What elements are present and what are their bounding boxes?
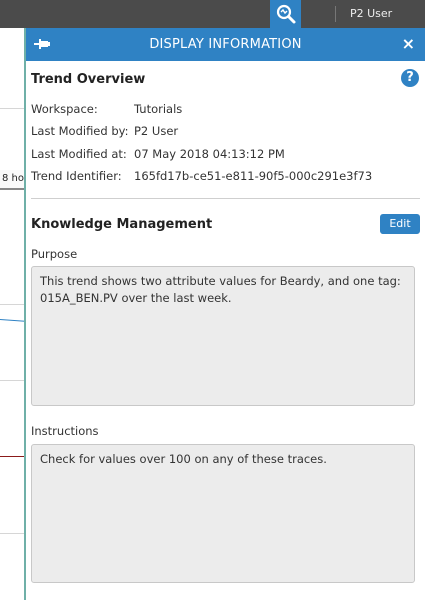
info-label: Workspace:: [31, 102, 98, 116]
info-value: Tutorials: [134, 102, 183, 116]
trend-chart-background: 8 hou: [0, 28, 25, 600]
top-bar: P2 User: [0, 0, 425, 28]
chart-gridline: [0, 533, 25, 534]
search-button[interactable]: [270, 0, 301, 28]
info-value: 165fd17b-ce51-e811-90f5-000c291e3f73: [134, 169, 373, 183]
instructions-label: Instructions: [31, 424, 99, 438]
info-value: 07 May 2018 04:13:12 PM: [134, 147, 285, 161]
instructions-field[interactable]: Check for values over 100 on any of thes…: [31, 444, 415, 583]
section-divider: [31, 198, 420, 199]
display-information-panel: DISPLAY INFORMATION × Trend Overview ? W…: [26, 28, 425, 600]
purpose-field[interactable]: This trend shows two attribute values fo…: [31, 266, 415, 406]
panel-title: DISPLAY INFORMATION: [149, 37, 302, 52]
knowledge-management-heading: Knowledge Management: [31, 217, 213, 232]
time-range-tab[interactable]: 8 hou: [0, 170, 25, 190]
edit-button[interactable]: Edit: [380, 214, 420, 234]
chart-gridline: [0, 108, 25, 109]
panel-header: DISPLAY INFORMATION ×: [26, 28, 425, 61]
user-menu[interactable]: P2 User: [350, 7, 392, 20]
info-label: Last Modified by:: [31, 124, 129, 138]
info-label: Trend Identifier:: [31, 169, 122, 183]
chart-gridline: [0, 304, 25, 305]
close-icon[interactable]: ×: [402, 34, 415, 54]
info-value: P2 User: [134, 124, 179, 138]
search-icon: [276, 4, 296, 24]
trace-line-red: [0, 456, 25, 457]
topbar-separator: [335, 6, 336, 22]
help-icon[interactable]: ?: [401, 69, 419, 87]
purpose-label: Purpose: [31, 247, 78, 261]
info-label: Last Modified at:: [31, 147, 127, 161]
chart-gridline: [0, 380, 25, 381]
trend-overview-heading: Trend Overview: [31, 72, 146, 87]
